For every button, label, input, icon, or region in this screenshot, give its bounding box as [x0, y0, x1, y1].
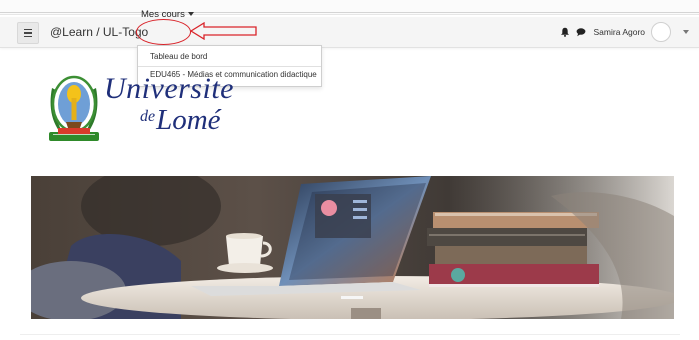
logo-text-lome: deLomé	[140, 104, 221, 137]
annotation-circle	[136, 19, 191, 45]
user-name[interactable]: Samira Agoro	[594, 27, 646, 37]
user-area: Samira Agoro	[560, 21, 689, 43]
dropdown-item-dashboard[interactable]: Tableau de bord	[138, 49, 321, 65]
page-divider	[20, 334, 680, 335]
annotation-arrow-icon	[190, 22, 257, 40]
hamburger-icon[interactable]	[17, 22, 39, 44]
bell-icon[interactable]	[560, 27, 570, 37]
logo-text-universite: Universite	[104, 72, 234, 105]
browser-top-strip	[0, 0, 699, 15]
logo-text-de: de	[140, 108, 156, 125]
chat-icon[interactable]	[576, 27, 586, 37]
chevron-down-icon[interactable]	[683, 30, 689, 34]
caret-down-icon	[187, 12, 194, 17]
logo-text-city: Lomé	[156, 104, 221, 136]
user-avatar[interactable]	[651, 22, 671, 42]
university-logo	[49, 75, 99, 141]
hero-banner-image	[31, 176, 674, 319]
site-name-link[interactable]: @Learn / UL-Togo	[50, 25, 148, 39]
